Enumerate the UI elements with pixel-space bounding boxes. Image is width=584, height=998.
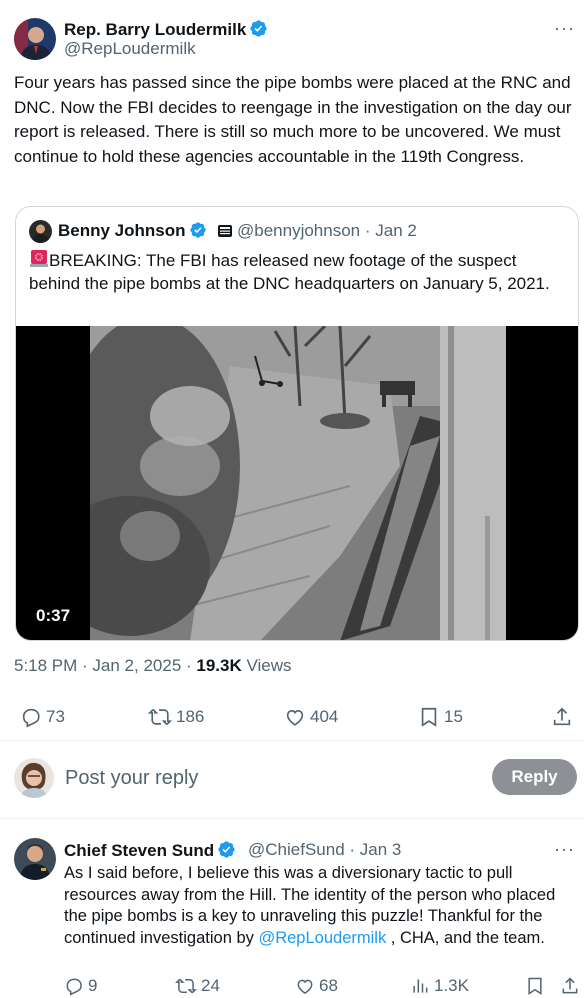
divider [0,740,584,741]
reply-repost-count: 24 [201,976,220,995]
tweet-timestamp[interactable]: 5:18 PM · Jan 2, 2025 · [14,656,196,675]
reply-repost-action[interactable]: 24 [175,976,220,996]
video-player[interactable]: 0:37 [16,326,578,640]
author-handle[interactable]: @RepLoudermilk [64,39,196,59]
reply-action[interactable]: 73 [20,706,65,728]
siren-icon [29,248,49,273]
quoted-tweet[interactable]: Benny Johnson @bennyjohnson · Jan 2 BREA… [15,206,579,641]
repost-icon [175,976,197,996]
reply-author-handle[interactable]: @ChiefSund [248,840,345,859]
author-avatar[interactable] [14,18,56,60]
reply-count: 73 [46,707,65,726]
reply-bookmark-action[interactable] [525,976,545,996]
views-label: Views [241,656,292,675]
quoted-author-name-text: Benny Johnson [58,221,186,240]
reply-reply-count: 9 [88,976,98,995]
views-icon [410,976,430,996]
reply-reply-action[interactable]: 9 [64,976,97,996]
like-count: 404 [310,707,339,726]
reply-button[interactable]: Reply [492,759,577,795]
like-action[interactable]: 404 [284,706,338,728]
more-icon[interactable]: ··· [554,839,575,860]
quoted-date: · Jan 2 [360,221,417,240]
tweet-text: Four years has passed since the pipe bom… [14,73,572,166]
share-icon [560,976,580,996]
quoted-author-avatar [29,220,52,243]
reply-date[interactable]: · Jan 3 [345,840,401,859]
author-name-text[interactable]: Rep. Barry Loudermilk [64,20,246,39]
reply-icon [20,706,42,728]
verified-badge-icon [217,840,236,864]
reply-author-meta: @ChiefSund · Jan 3 [248,840,401,860]
quoted-author-handle: @bennyjohnson [237,221,361,240]
more-icon[interactable]: ··· [554,18,575,39]
quoted-text-body: BREAKING: The FBI has released new foota… [29,251,550,293]
reply-share-action[interactable] [560,976,580,996]
like-icon [284,706,306,728]
reply-views-count: 1.3K [434,976,469,995]
reply-author-avatar[interactable] [14,838,56,880]
share-icon [551,706,573,728]
video-duration: 0:37 [30,604,77,628]
reply-text: As I said before, I believe this was a d… [64,863,580,949]
share-action[interactable] [551,706,573,728]
bookmark-icon [525,976,545,996]
reply-text-tail: , CHA, and the team. [386,928,545,947]
repost-action[interactable]: 186 [148,706,204,728]
reply-icon [64,976,84,996]
mention-link[interactable]: @RepLoudermilk [258,929,386,947]
quoted-author-meta: @bennyjohnson · Jan 2 [237,221,417,241]
reply-views-action[interactable]: 1.3K [410,976,469,996]
reply-like-action[interactable]: 68 [295,976,338,996]
views-count: 19.3K [196,656,242,675]
tweet-meta: 5:18 PM · Jan 2, 2025 · 19.3K Views [14,656,292,676]
quoted-text: BREAKING: The FBI has released new foota… [29,248,569,294]
repost-count: 186 [176,707,205,726]
bookmark-count: 15 [444,707,463,726]
reply-author-name-text[interactable]: Chief Steven Sund [64,841,214,860]
reply-input[interactable]: Post your reply [65,767,198,790]
verified-badge-icon [249,19,268,43]
quoted-author-name: Benny Johnson [58,221,233,244]
affiliate-badge-icon [217,223,233,244]
repost-icon [148,706,172,728]
current-user-avatar [14,758,54,798]
reply-author-name[interactable]: Chief Steven Sund [64,840,236,864]
reply-like-count: 68 [319,976,338,995]
bookmark-action[interactable]: 15 [418,706,463,728]
bookmark-icon [418,706,440,728]
video-thumbnail [90,326,506,640]
divider [0,818,584,819]
like-icon [295,976,315,996]
verified-badge-icon [189,221,207,244]
